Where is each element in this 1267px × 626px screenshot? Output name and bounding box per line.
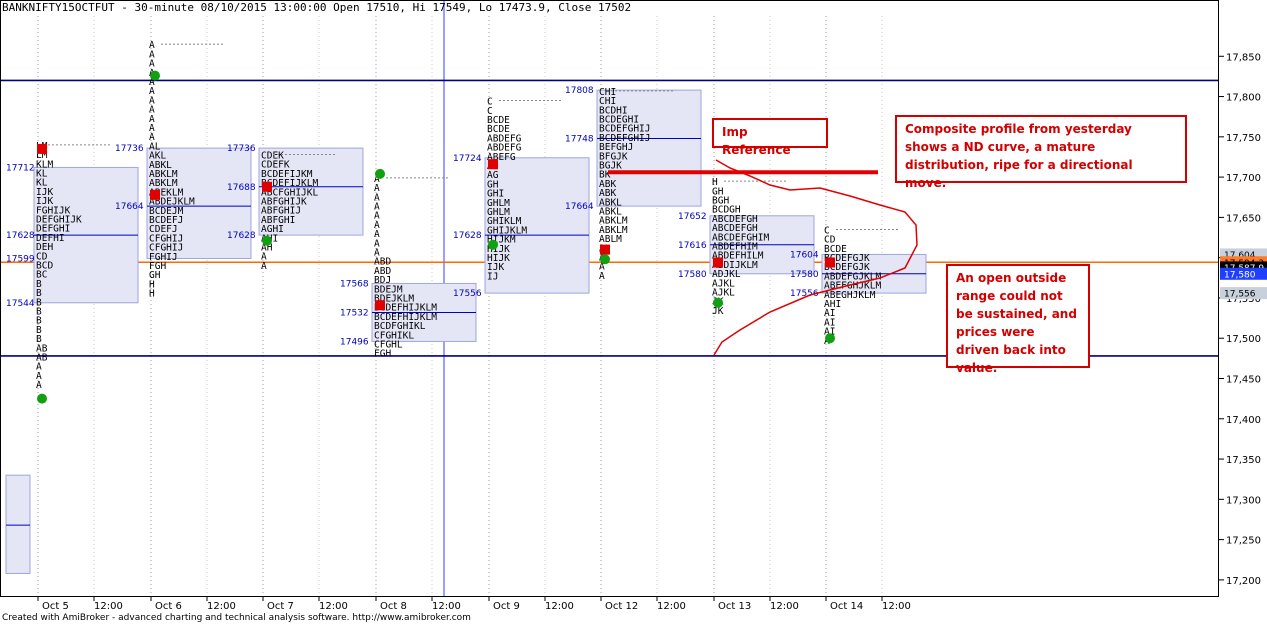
level-label: 17544 — [6, 299, 35, 309]
x-tick-label: Oct 7 — [267, 601, 294, 612]
open-marker — [375, 300, 385, 311]
chart-title: BANKNIFTY15OCTFUT - 30-minute 08/10/2015… — [2, 1, 632, 14]
x-tick-label: 12:00 — [207, 601, 236, 612]
composite-profile-note: Composite profile from yesterday shows a… — [895, 115, 1187, 190]
x-tick-label: Oct 9 — [493, 601, 520, 612]
level-label: 17628 — [453, 231, 482, 241]
tpo-row: FGH — [374, 349, 391, 360]
close-marker — [262, 235, 272, 246]
tpo-row: A — [261, 261, 267, 272]
x-tick-label: Oct 6 — [155, 601, 182, 612]
x-tick-label: 12:00 — [882, 601, 911, 612]
value-area-boxes: 17712 17628 17544 17599 17736 17664 17736 17688… — [5, 86, 927, 574]
tpo-row: H — [149, 289, 155, 300]
level-label: 17532 — [340, 308, 369, 318]
level-label: 17599 — [6, 254, 35, 264]
level-label: 17736 — [115, 144, 144, 154]
open-marker — [713, 257, 723, 268]
open-marker — [488, 159, 498, 170]
x-tick-label: Oct 13 — [718, 601, 751, 612]
y-tick-label: 17,700 — [1226, 173, 1261, 184]
level-label: 17664 — [115, 202, 144, 212]
y-tick-label: 17,800 — [1226, 93, 1261, 104]
x-tick-label: Oct 8 — [380, 601, 407, 612]
close-marker — [600, 254, 610, 265]
close-marker — [37, 393, 47, 404]
level-label: 17580 — [790, 270, 819, 280]
y-tick-label: 17,500 — [1226, 334, 1261, 345]
imp-reference-note: Imp Reference — [712, 118, 828, 157]
level-label: 17736 — [227, 144, 256, 154]
x-tick-label: Oct 12 — [605, 601, 638, 612]
y-tick-label: 17,250 — [1226, 536, 1261, 547]
level-label: 17568 — [340, 279, 369, 289]
close-marker — [488, 239, 498, 250]
y-tick-label: 17,750 — [1226, 133, 1261, 144]
level-label: 17688 — [227, 183, 256, 193]
y-tick-label: 17,350 — [1226, 455, 1261, 466]
price-badge-label: 17,580 — [1224, 270, 1256, 280]
open-marker — [600, 244, 610, 255]
open-marker — [262, 181, 272, 192]
level-label: 17808 — [565, 86, 594, 96]
y-tick-label: 17,200 — [1226, 576, 1261, 587]
composite-va-box — [5, 474, 31, 574]
level-label: 17712 — [6, 163, 35, 173]
level-label: 17628 — [227, 231, 256, 241]
outside-range-note: An open outside range could not be susta… — [946, 264, 1090, 375]
level-label: 17496 — [340, 337, 369, 347]
tpo-row: IJ — [487, 271, 498, 282]
time-axis: Oct 5 12:00 Oct 6 12:00 Oct 7 12:00 Oct 8 12:00… — [37, 596, 911, 612]
footer-credit: Created with AmiBroker - advanced charti… — [2, 613, 471, 623]
level-label: 17652 — [678, 212, 707, 222]
close-marker — [375, 168, 385, 179]
level-label: 17604 — [790, 250, 819, 260]
x-tick-label: 12:00 — [770, 601, 799, 612]
x-tick-label: Oct 14 — [830, 601, 863, 612]
tpo-row: A — [36, 380, 42, 391]
x-tick-label: 12:00 — [94, 601, 123, 612]
open-marker — [150, 189, 160, 200]
x-tick-label: 12:00 — [319, 601, 348, 612]
level-label: 17724 — [453, 154, 482, 164]
y-tick-label: 17,650 — [1226, 213, 1261, 224]
x-tick-label: Oct 5 — [42, 601, 69, 612]
y-tick-label: 17,300 — [1226, 495, 1261, 506]
level-label: 17556 — [453, 289, 482, 299]
x-tick-label: 12:00 — [545, 601, 574, 612]
level-label: 17664 — [565, 202, 594, 212]
tpo-row: A — [599, 271, 605, 282]
level-label: 17580 — [678, 270, 707, 280]
x-tick-label: 12:00 — [432, 601, 461, 612]
close-marker — [713, 297, 723, 308]
x-tick-label: 12:00 — [657, 601, 686, 612]
level-label: 17628 — [6, 231, 35, 241]
close-marker — [825, 333, 835, 344]
y-tick-label: 17,450 — [1226, 375, 1261, 386]
close-marker — [150, 70, 160, 81]
level-label: 17616 — [678, 241, 707, 251]
open-marker — [37, 143, 47, 154]
y-tick-label: 17,850 — [1226, 52, 1261, 63]
y-tick-label: 17,400 — [1226, 415, 1261, 426]
price-badge-label: 17,556 — [1224, 290, 1256, 300]
open-marker — [825, 257, 835, 268]
level-label: 17748 — [565, 134, 594, 144]
price-badges: 17,60417,594.317,587.917,58017,556 — [1220, 248, 1267, 300]
